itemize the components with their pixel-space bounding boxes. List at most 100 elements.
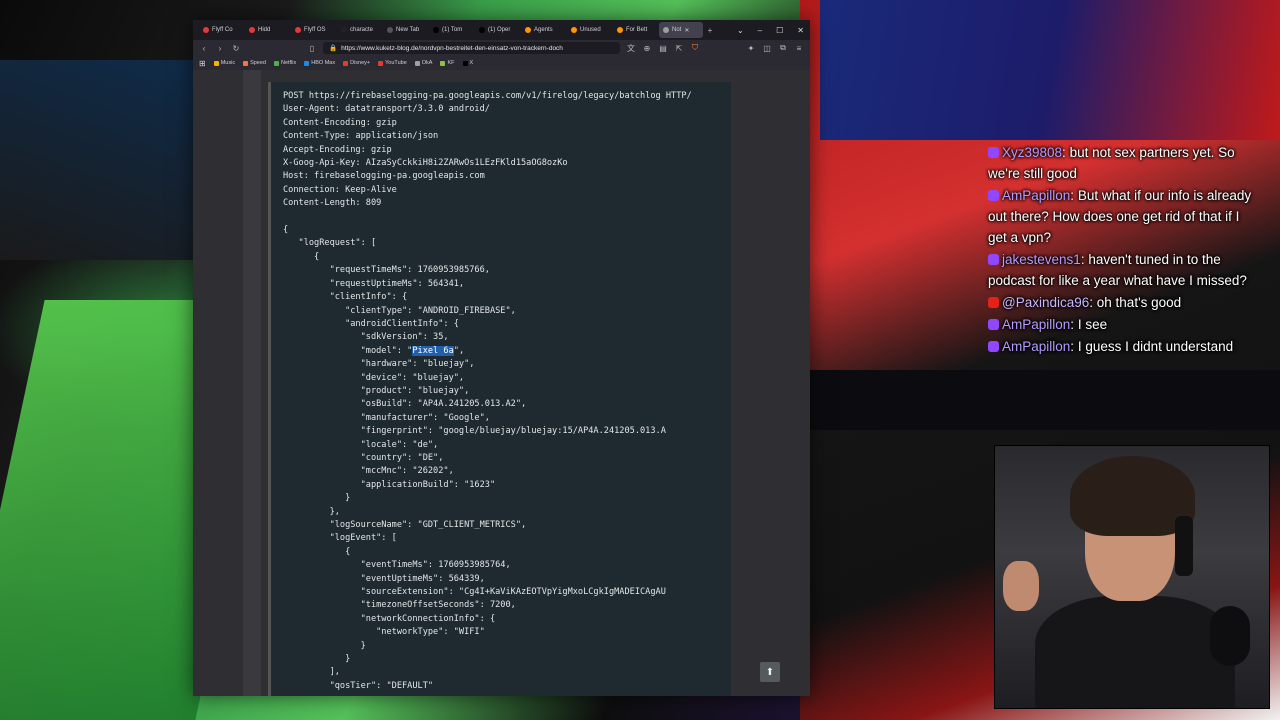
tab-label: (1) Oper bbox=[488, 27, 511, 33]
bookmark-label: Music bbox=[220, 60, 236, 66]
code-block: POST https://firebaselogging-pa.googleap… bbox=[268, 82, 731, 696]
chat-username: AmPapillon bbox=[1002, 339, 1071, 354]
arrow-up-icon: ⬆ bbox=[765, 666, 775, 678]
bookmark-item[interactable]: YouTube bbox=[378, 60, 407, 66]
bookmark-item[interactable]: KF bbox=[440, 60, 455, 66]
browser-window: Flyff Co Hidd Flyff OS characte New Tab (1) T… bbox=[193, 20, 810, 696]
menu-icon[interactable]: ≡ bbox=[794, 44, 804, 53]
apps-icon[interactable]: ⊞ bbox=[199, 59, 206, 68]
bookmark-favicon-icon bbox=[304, 60, 310, 66]
chat-text: I see bbox=[1077, 317, 1108, 332]
puzzle-icon[interactable]: ⧉ bbox=[778, 43, 788, 53]
tab-favicon-icon bbox=[479, 27, 485, 33]
browser-tab[interactable]: For Bett bbox=[613, 22, 657, 38]
chat-message: AmPapillon: I see bbox=[988, 314, 1253, 335]
tab-favicon-icon bbox=[295, 27, 301, 33]
twitch-icon bbox=[988, 341, 999, 352]
chat-overlay: Xyz39808: but not sex partners yet. So w… bbox=[988, 142, 1253, 358]
chat-message: Xyz39808: but not sex partners yet. So w… bbox=[988, 142, 1253, 184]
window-controls: ⌄ – ☐ ✕ bbox=[737, 26, 810, 35]
nav-bar: ‹ › ↻ ▯ 🔒 https://www.kuketz-blog.de/nor… bbox=[193, 40, 810, 56]
tab-label: Flyff Co bbox=[212, 27, 233, 33]
browser-tab[interactable]: Flyff OS bbox=[291, 22, 335, 38]
browser-tab[interactable]: Flyff Co bbox=[199, 22, 243, 38]
browser-tab[interactable]: (1) Oper bbox=[475, 22, 519, 38]
reader-icon[interactable]: ▤ bbox=[658, 44, 668, 53]
share-icon[interactable]: ⇱ bbox=[674, 44, 684, 53]
chat-username: @Paxindica96 bbox=[1002, 295, 1090, 310]
browser-tab[interactable]: Unused bbox=[567, 22, 611, 38]
shield-icon[interactable]: ⛉ bbox=[690, 43, 700, 53]
browser-tab[interactable]: characte bbox=[337, 22, 381, 38]
tab-close-icon[interactable]: ✕ bbox=[684, 27, 689, 34]
back-icon[interactable]: ‹ bbox=[199, 44, 209, 53]
tab-favicon-icon bbox=[571, 27, 577, 33]
maximize-icon[interactable]: ☐ bbox=[776, 26, 783, 35]
chat-message: AmPapillon: But what if our info is alre… bbox=[988, 185, 1253, 248]
tab-favicon-icon bbox=[387, 27, 393, 33]
extension-icon[interactable]: ✦ bbox=[746, 44, 756, 53]
chat-text: oh that's good bbox=[1096, 295, 1182, 310]
bookmark-item[interactable]: Music bbox=[213, 60, 236, 66]
bookmark-icon[interactable]: ▯ bbox=[307, 44, 317, 53]
lock-icon: 🔒 bbox=[329, 45, 338, 52]
zoom-icon[interactable]: ⊕ bbox=[642, 44, 652, 53]
bookmark-favicon-icon bbox=[414, 60, 420, 66]
reload-icon[interactable]: ↻ bbox=[231, 44, 241, 53]
chat-username: AmPapillon bbox=[1002, 317, 1071, 332]
background-shape bbox=[800, 370, 1280, 430]
tab-favicon-icon bbox=[203, 27, 209, 33]
scroll-to-top-button[interactable]: ⬆ bbox=[760, 662, 780, 682]
browser-tab[interactable]: New Tab bbox=[383, 22, 427, 38]
background-shape bbox=[0, 60, 200, 260]
chevron-down-icon[interactable]: ⌄ bbox=[737, 26, 744, 35]
tab-favicon-icon bbox=[249, 27, 255, 33]
browser-tab[interactable]: Hidd bbox=[245, 22, 289, 38]
bookmark-favicon-icon bbox=[273, 60, 279, 66]
bookmark-favicon-icon bbox=[462, 60, 468, 66]
close-icon[interactable]: ✕ bbox=[797, 26, 804, 35]
translate-icon[interactable]: 文 bbox=[626, 43, 636, 54]
streamer-hand bbox=[1003, 561, 1039, 611]
bookmark-list: Music Speed Netflix HBO Max Disney+ YouTube Ok… bbox=[213, 60, 474, 66]
minimize-icon[interactable]: – bbox=[758, 26, 762, 35]
tab-favicon-icon bbox=[433, 27, 439, 33]
chat-username: AmPapillon bbox=[1002, 188, 1071, 203]
headset bbox=[1175, 516, 1193, 576]
twitch-icon bbox=[988, 319, 999, 330]
chat-message: jakestevens1: haven't tuned in to the po… bbox=[988, 249, 1253, 291]
webcam-feed bbox=[994, 445, 1270, 709]
forward-icon[interactable]: › bbox=[215, 44, 225, 53]
bookmark-item[interactable]: OkA bbox=[414, 60, 433, 66]
bookmark-item[interactable]: Speed bbox=[243, 60, 266, 66]
tab-favicon-icon bbox=[663, 27, 669, 33]
bookmark-favicon-icon bbox=[343, 60, 349, 66]
chat-separator: : bbox=[1070, 339, 1078, 354]
bookmark-favicon-icon bbox=[440, 60, 446, 66]
bookmark-favicon-icon bbox=[378, 60, 384, 66]
browser-tab[interactable]: (1) Tom bbox=[429, 22, 473, 38]
chat-message: AmPapillon: I guess I didnt understand bbox=[988, 336, 1253, 357]
tab-favicon-icon bbox=[617, 27, 623, 33]
bookmark-favicon-icon bbox=[243, 60, 249, 66]
wallet-icon[interactable]: ◫ bbox=[762, 44, 772, 53]
browser-tab[interactable]: Agents bbox=[521, 22, 565, 38]
bookmark-label: X bbox=[469, 60, 474, 66]
bookmark-item[interactable]: Netflix bbox=[273, 60, 297, 66]
twitch-icon bbox=[988, 254, 999, 265]
bookmark-item[interactable]: HBO Max bbox=[304, 60, 335, 66]
tab-label: Not bbox=[672, 27, 682, 33]
url-bar[interactable]: 🔒 https://www.kuketz-blog.de/nordvpn-bes… bbox=[323, 42, 620, 54]
page-margin bbox=[243, 70, 261, 696]
bookmark-label: Netflix bbox=[280, 60, 297, 66]
bookmark-label: OkA bbox=[421, 60, 433, 66]
chat-separator: : bbox=[1070, 188, 1078, 203]
browser-tab[interactable]: Not ✕ bbox=[659, 22, 703, 38]
code-text-part: POST https://firebaselogging-pa.googleap… bbox=[283, 91, 692, 356]
bookmark-item[interactable]: Disney+ bbox=[343, 60, 370, 66]
new-tab-icon[interactable]: + bbox=[705, 26, 715, 35]
bookmark-item[interactable]: X bbox=[462, 60, 474, 66]
streamer-body bbox=[1035, 596, 1235, 708]
chat-username: jakestevens1 bbox=[1002, 252, 1081, 267]
tab-bar: Flyff Co Hidd Flyff OS characte New Tab (1) T… bbox=[193, 20, 810, 40]
